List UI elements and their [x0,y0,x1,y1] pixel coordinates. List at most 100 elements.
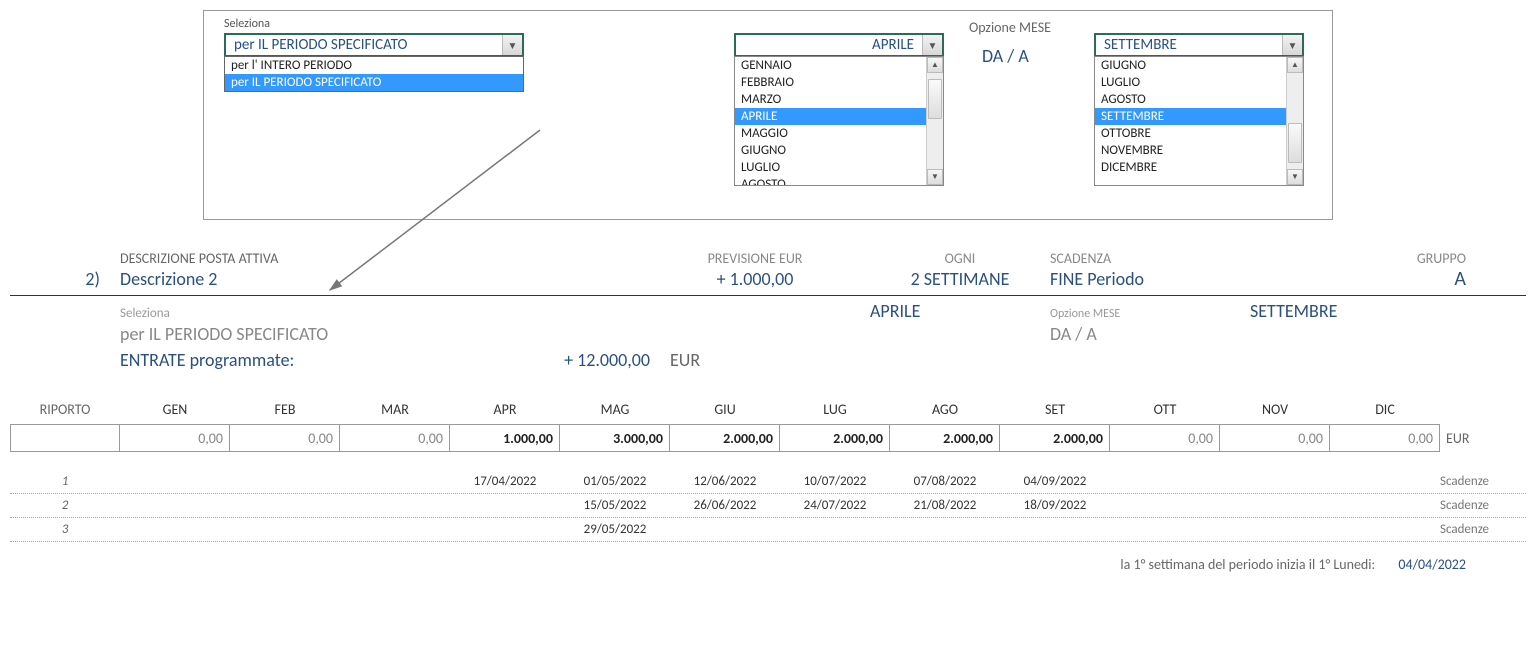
month-val-9: 0,00 [1110,424,1220,452]
scroll-down-icon[interactable]: ▼ [1287,169,1303,185]
month-from-list[interactable]: GENNAIO FEBBRAIO MARZO APRILE MAGGIO GIU… [734,56,944,186]
date-cell [230,474,340,489]
period-combo-list[interactable]: per l' INTERO PERIODO per IL PERIODO SPE… [224,56,524,92]
month-hdr-11: DIC [1330,401,1440,424]
scroll-up-icon[interactable]: ▲ [1287,57,1303,73]
month-hdr-8: SET [1000,401,1110,424]
period-combo[interactable]: per IL PERIODO SPECIFICATO ▼ [224,33,524,57]
period-option-0[interactable]: per l' INTERO PERIODO [225,57,523,74]
date-cell: 12/06/2022 [670,474,780,489]
entry-values: 2) Descrizione 2 + 1.000,00 2 SETTIMANE … [10,267,1526,296]
date-cell [340,498,450,513]
date-row-idx: 2 [10,498,120,513]
header-prev: PREVISIONE EUR [640,250,870,267]
month-from-group: APRILE ▼ GENNAIO FEBBRAIO MARZO APRILE M… [734,33,944,186]
month-val-2: 0,00 [340,424,450,452]
entry-opzione-mese: Opzione MESE [1050,307,1250,321]
entry-gruppo: A [1250,267,1526,291]
month-to-group: SETTEMBRE ▼ GIUGNO LUGLIO AGOSTO SETTEMB… [1094,33,1304,186]
month-hdr-5: GIU [670,401,780,424]
month-from-opt-3[interactable]: APRILE [735,108,926,125]
period-option-1[interactable]: per IL PERIODO SPECIFICATO [225,74,523,91]
month-val-10: 0,00 [1220,424,1330,452]
month-to-opt-6[interactable]: DICEMBRE [1095,159,1286,176]
entry-scad: FINE Periodo [1050,268,1250,290]
entry-index: 2) [10,268,120,290]
month-to-opt-1[interactable]: LUGLIO [1095,74,1286,91]
header-desc: DESCRIZIONE POSTA ATTIVA [120,250,640,267]
header-scad: SCADENZA [1050,250,1250,267]
month-val-4: 3.000,00 [560,424,670,452]
date-cell [1220,474,1330,489]
date-row-idx: 3 [10,522,120,537]
entrate-value: + 12.000,00 [490,349,650,371]
footer-note: la 1° settimana del periodo inizia il 1°… [10,556,1526,573]
entry-da-a: DA / A [1050,323,1250,345]
date-cell [450,498,560,513]
entry-period-row: Seleziona per IL PERIODO SPECIFICATO APR… [10,300,1526,345]
entry-block: DESCRIZIONE POSTA ATTIVA PREVISIONE EUR … [10,250,1526,371]
date-cell: 18/09/2022 [1000,498,1110,513]
month-to-opt-5[interactable]: NOVEMBRE [1095,142,1286,159]
month-to-combo[interactable]: SETTEMBRE ▼ [1094,33,1304,57]
month-to-scrollbar[interactable]: ▲ ▼ [1286,57,1303,185]
footer-text: la 1° settimana del periodo inizia il 1°… [1120,556,1375,573]
da-a-label: DA / A [982,45,1029,67]
month-hdr-10: NOV [1220,401,1330,424]
month-hdr-9: OTT [1110,401,1220,424]
month-from-opt-5[interactable]: GIUGNO [735,142,926,159]
footer-date: 04/04/2022 [1398,556,1466,573]
month-to-opt-0[interactable]: GIUGNO [1095,57,1286,74]
date-cell [1220,498,1330,513]
month-from-opt-0[interactable]: GENNAIO [735,57,926,74]
date-cell [1110,474,1220,489]
date-cell [340,522,450,537]
scroll-thumb[interactable] [928,79,942,119]
entry-prev: + 1.000,00 [640,268,870,290]
scroll-up-icon[interactable]: ▲ [927,57,943,73]
date-row-label: Scadenze [1440,474,1520,489]
date-cell [120,498,230,513]
riporto-header: RIPORTO [10,401,120,424]
month-to-button[interactable]: ▼ [1282,35,1302,55]
month-val-5: 2.000,00 [670,424,780,452]
month-from-opt-4[interactable]: MAGGIO [735,125,926,142]
period-combo-button[interactable]: ▼ [502,35,522,55]
month-from-opt-7[interactable]: AGOSTO [735,176,926,185]
entry-seleziona-label: Seleziona [120,306,640,321]
date-cell: 10/07/2022 [780,474,890,489]
date-cell: 26/06/2022 [670,498,780,513]
date-cell [230,522,340,537]
header-ogni: OGNI [870,250,1050,267]
month-from-opt-1[interactable]: FEBBRAIO [735,74,926,91]
month-from-combo[interactable]: APRILE ▼ [734,33,944,57]
month-hdr-0: GEN [120,401,230,424]
month-to-opt-2[interactable]: AGOSTO [1095,91,1286,108]
month-hdr-2: MAR [340,401,450,424]
date-cell [890,522,1000,537]
entrate-row: ENTRATE programmate: + 12.000,00 EUR [10,349,1526,371]
month-from-opt-2[interactable]: MARZO [735,91,926,108]
date-cell [670,522,780,537]
month-to-opt-4[interactable]: OTTOBRE [1095,125,1286,142]
month-to-opt-3[interactable]: SETTEMBRE [1095,108,1286,125]
months-header: RIPORTO GEN FEB MAR APR MAG GIU LUG AGO … [10,401,1526,424]
entry-headers: DESCRIZIONE POSTA ATTIVA PREVISIONE EUR … [10,250,1526,267]
date-cell [120,522,230,537]
month-from-scrollbar[interactable]: ▲ ▼ [926,57,943,185]
scroll-thumb[interactable] [1288,123,1302,163]
date-cell [450,522,560,537]
month-from-button[interactable]: ▼ [922,35,942,55]
date-cell [1000,522,1110,537]
date-cell: 15/05/2022 [560,498,670,513]
month-from-opt-6[interactable]: LUGLIO [735,159,926,176]
month-to-list[interactable]: GIUGNO LUGLIO AGOSTO SETTEMBRE OTTOBRE N… [1094,56,1304,186]
month-to-value: SETTEMBRE [1096,35,1282,55]
scroll-down-icon[interactable]: ▼ [927,169,943,185]
month-val-0: 0,00 [120,424,230,452]
date-row: 329/05/2022Scadenze [10,518,1526,542]
months-values: 0,000,000,001.000,003.000,002.000,002.00… [10,424,1526,452]
date-cell [780,522,890,537]
date-cell [1110,522,1220,537]
entry-period-text: per IL PERIODO SPECIFICATO [120,323,640,345]
